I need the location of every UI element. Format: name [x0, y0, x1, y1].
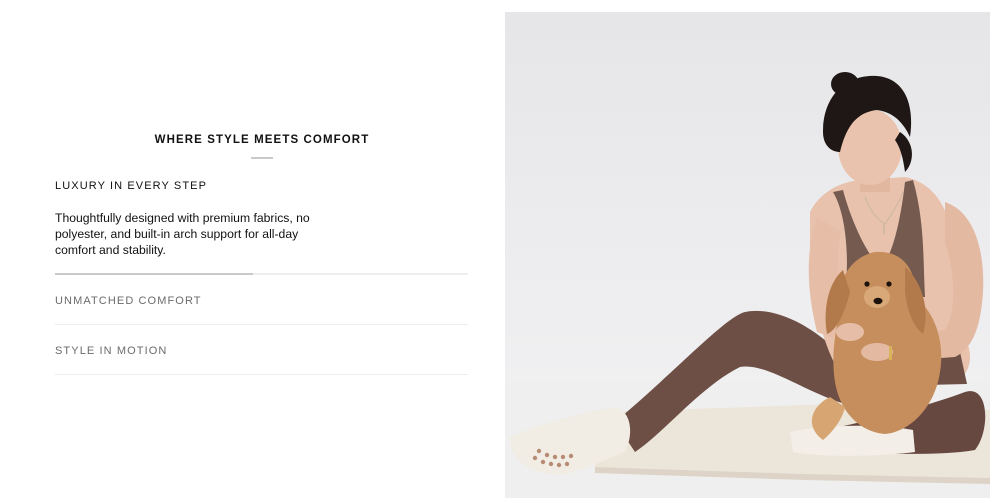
accordion-body-luxury: Thoughtfully designed with premium fabri… [55, 211, 310, 257]
lifestyle-photo [505, 12, 990, 498]
accordion-title-luxury[interactable]: LUXURY IN EVERY STEP [55, 178, 468, 194]
accordion-title-comfort[interactable]: UNMATCHED COMFORT [55, 293, 202, 309]
page: WHERE STYLE MEETS COMFORT LUXURY IN EVER… [0, 0, 1000, 503]
accordion-item-style[interactable]: STYLE IN MOTION [55, 325, 468, 375]
accordion-item-luxury: LUXURY IN EVERY STEP Thoughtfully design… [55, 178, 468, 258]
accordion-title-style[interactable]: STYLE IN MOTION [55, 343, 167, 359]
features-section: WHERE STYLE MEETS COMFORT LUXURY IN EVER… [0, 0, 505, 503]
woman-with-dog-illustration [505, 72, 990, 498]
heading-divider [251, 157, 273, 159]
accordion-item-comfort[interactable]: UNMATCHED COMFORT [55, 275, 468, 325]
section-heading: WHERE STYLE MEETS COMFORT [154, 134, 370, 146]
